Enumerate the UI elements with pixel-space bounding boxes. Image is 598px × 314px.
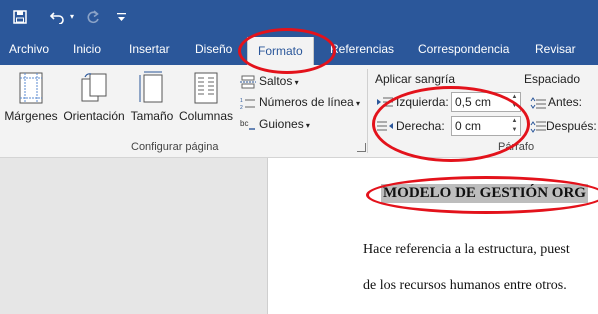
svg-text:2: 2 xyxy=(240,105,243,110)
hyphenation-icon: bc xyxy=(240,118,256,132)
tab-correspondencia[interactable]: Correspondencia xyxy=(418,34,509,65)
document-text-line[interactable]: Hace referencia a la estructura, puest xyxy=(363,242,570,258)
breaks-dropdown-icon: ▾ xyxy=(292,78,299,87)
space-after-icon xyxy=(530,120,546,138)
columns-icon xyxy=(191,71,221,105)
svg-text:bc: bc xyxy=(240,119,248,128)
tab-inicio[interactable]: Inicio xyxy=(73,34,101,65)
orientation-label: Orientación xyxy=(63,109,125,123)
margins-icon xyxy=(16,71,46,105)
tab-archivo[interactable]: Archivo xyxy=(9,34,49,65)
breaks-button[interactable]: Saltos ▾ xyxy=(240,71,299,91)
hyphenation-dropdown-icon: ▾ xyxy=(303,121,310,130)
group-divider xyxy=(367,69,368,153)
margins-label: Márgenes xyxy=(4,109,58,123)
save-icon[interactable] xyxy=(10,6,30,28)
undo-icon[interactable] xyxy=(48,6,68,28)
breaks-icon xyxy=(240,75,256,89)
orientation-icon xyxy=(79,71,109,105)
line-numbers-button[interactable]: 1 2 Números de línea ▾ xyxy=(240,92,360,112)
tab-insertar[interactable]: Insertar xyxy=(129,34,170,65)
size-icon xyxy=(137,71,167,105)
space-before-label: Antes: xyxy=(548,95,583,109)
size-button[interactable]: Tamaño xyxy=(128,69,176,141)
line-numbers-label: Números de línea xyxy=(259,95,354,109)
line-numbers-dropdown-icon: ▾ xyxy=(353,99,360,108)
size-label: Tamaño xyxy=(130,109,174,123)
document-text-line[interactable]: de los recursos humanos entre otros. xyxy=(363,278,567,294)
space-after-label: Después: xyxy=(546,119,597,133)
hyphenation-button[interactable]: bc Guiones ▾ xyxy=(240,114,310,134)
tab-referencias[interactable]: Referencias xyxy=(330,34,394,65)
indent-header: Aplicar sangría xyxy=(375,72,456,86)
undo-dropdown-icon[interactable]: ▾ xyxy=(68,6,76,28)
tab-revisar[interactable]: Revisar xyxy=(535,34,576,65)
tab-diseno[interactable]: Diseño xyxy=(195,34,232,65)
line-numbers-icon: 12 xyxy=(240,96,256,111)
page-setup-launcher-icon[interactable] xyxy=(357,143,366,152)
hyphenation-label: Guiones xyxy=(259,117,304,131)
space-before-icon xyxy=(530,96,546,114)
columns-label: Columnas xyxy=(178,109,234,123)
redo-icon[interactable] xyxy=(84,6,102,28)
formato-tab-highlight-ellipse xyxy=(238,28,336,74)
orientation-button[interactable]: Orientación xyxy=(62,69,126,141)
spacing-header: Espaciado xyxy=(524,72,581,86)
breaks-label: Saltos xyxy=(259,74,293,88)
margins-button[interactable]: Márgenes xyxy=(4,69,58,141)
svg-text:1: 1 xyxy=(240,98,243,104)
indent-fields-highlight-ellipse xyxy=(372,86,530,162)
heading-highlight-ellipse xyxy=(366,176,598,214)
customize-qat-icon[interactable] xyxy=(114,6,128,28)
page-setup-group-label: Configurar página xyxy=(131,141,219,153)
columns-button[interactable]: Columnas xyxy=(178,69,234,141)
